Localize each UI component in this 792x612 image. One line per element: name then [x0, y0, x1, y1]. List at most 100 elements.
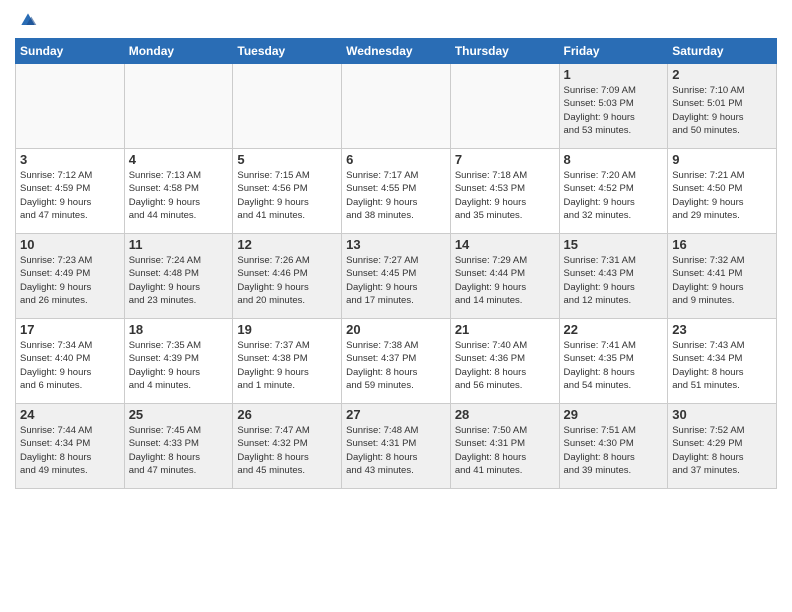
day-number: 21 — [455, 322, 555, 337]
calendar-week-3: 10 Sunrise: 7:23 AM Sunset: 4:49 PM Dayli… — [16, 234, 777, 319]
day-info: Sunrise: 7:20 AM Sunset: 4:52 PM Dayligh… — [564, 169, 664, 222]
day-info: Sunrise: 7:52 AM Sunset: 4:29 PM Dayligh… — [672, 424, 772, 477]
day-number: 25 — [129, 407, 229, 422]
calendar-day: 20 Sunrise: 7:38 AM Sunset: 4:37 PM Dayli… — [342, 319, 451, 404]
calendar-header-friday: Friday — [559, 39, 668, 64]
calendar-header-thursday: Thursday — [450, 39, 559, 64]
calendar-day: 1 Sunrise: 7:09 AM Sunset: 5:03 PM Daylig… — [559, 64, 668, 149]
day-info: Sunrise: 7:21 AM Sunset: 4:50 PM Dayligh… — [672, 169, 772, 222]
day-number: 13 — [346, 237, 446, 252]
calendar-day: 14Sunrise: 7:29 AM Sunset: 4:44 PM Dayli… — [450, 234, 559, 319]
day-info: Sunrise: 7:23 AM Sunset: 4:49 PM Dayligh… — [20, 254, 120, 307]
day-number: 12 — [237, 237, 337, 252]
day-number: 17 — [20, 322, 120, 337]
day-info: Sunrise: 7:24 AM Sunset: 4:48 PM Dayligh… — [129, 254, 229, 307]
calendar-day — [124, 64, 233, 149]
day-info: Sunrise: 7:41 AM Sunset: 4:35 PM Dayligh… — [564, 339, 664, 392]
calendar-day — [450, 64, 559, 149]
calendar-day: 17 Sunrise: 7:34 AM Sunset: 4:40 PM Dayli… — [16, 319, 125, 404]
day-info: Sunrise: 7:43 AM Sunset: 4:34 PM Dayligh… — [672, 339, 772, 392]
calendar-day: 21Sunrise: 7:40 AM Sunset: 4:36 PM Dayli… — [450, 319, 559, 404]
day-number: 20 — [346, 322, 446, 337]
calendar-day: 16 Sunrise: 7:32 AM Sunset: 4:41 PM Dayli… — [668, 234, 777, 319]
calendar-day: 15 Sunrise: 7:31 AM Sunset: 4:43 PM Dayli… — [559, 234, 668, 319]
day-info: Sunrise: 7:13 AM Sunset: 4:58 PM Dayligh… — [129, 169, 229, 222]
calendar-day: 6 Sunrise: 7:17 AM Sunset: 4:55 PM Daylig… — [342, 149, 451, 234]
day-info: Sunrise: 7:35 AM Sunset: 4:39 PM Dayligh… — [129, 339, 229, 392]
calendar-week-1: 1 Sunrise: 7:09 AM Sunset: 5:03 PM Daylig… — [16, 64, 777, 149]
day-info: Sunrise: 7:34 AM Sunset: 4:40 PM Dayligh… — [20, 339, 120, 392]
calendar-day: 25 Sunrise: 7:45 AM Sunset: 4:33 PM Dayli… — [124, 404, 233, 489]
page: SundayMondayTuesdayWednesdayThursdayFrid… — [0, 0, 792, 499]
calendar-header-row: SundayMondayTuesdayWednesdayThursdayFrid… — [16, 39, 777, 64]
day-number: 5 — [237, 152, 337, 167]
calendar-header-monday: Monday — [124, 39, 233, 64]
day-info: Sunrise: 7:37 AM Sunset: 4:38 PM Dayligh… — [237, 339, 337, 392]
day-number: 4 — [129, 152, 229, 167]
calendar-day: 8 Sunrise: 7:20 AM Sunset: 4:52 PM Daylig… — [559, 149, 668, 234]
calendar-day: 24Sunrise: 7:44 AM Sunset: 4:34 PM Dayli… — [16, 404, 125, 489]
day-info: Sunrise: 7:45 AM Sunset: 4:33 PM Dayligh… — [129, 424, 229, 477]
day-number: 11 — [129, 237, 229, 252]
day-info: Sunrise: 7:10 AM Sunset: 5:01 PM Dayligh… — [672, 84, 772, 137]
calendar-day: 5 Sunrise: 7:15 AM Sunset: 4:56 PM Daylig… — [233, 149, 342, 234]
day-info: Sunrise: 7:51 AM Sunset: 4:30 PM Dayligh… — [564, 424, 664, 477]
day-info: Sunrise: 7:15 AM Sunset: 4:56 PM Dayligh… — [237, 169, 337, 222]
day-info: Sunrise: 7:17 AM Sunset: 4:55 PM Dayligh… — [346, 169, 446, 222]
calendar-day: 3Sunrise: 7:12 AM Sunset: 4:59 PM Daylig… — [16, 149, 125, 234]
calendar-week-2: 3Sunrise: 7:12 AM Sunset: 4:59 PM Daylig… — [16, 149, 777, 234]
calendar-day: 12 Sunrise: 7:26 AM Sunset: 4:46 PM Dayli… — [233, 234, 342, 319]
day-number: 10 — [20, 237, 120, 252]
calendar-day: 13 Sunrise: 7:27 AM Sunset: 4:45 PM Dayli… — [342, 234, 451, 319]
calendar-day: 23 Sunrise: 7:43 AM Sunset: 4:34 PM Dayli… — [668, 319, 777, 404]
day-number: 18 — [129, 322, 229, 337]
calendar-header-tuesday: Tuesday — [233, 39, 342, 64]
day-number: 26 — [237, 407, 337, 422]
day-number: 27 — [346, 407, 446, 422]
calendar-day — [342, 64, 451, 149]
calendar-day: 11 Sunrise: 7:24 AM Sunset: 4:48 PM Dayli… — [124, 234, 233, 319]
day-info: Sunrise: 7:27 AM Sunset: 4:45 PM Dayligh… — [346, 254, 446, 307]
day-info: Sunrise: 7:09 AM Sunset: 5:03 PM Dayligh… — [564, 84, 664, 137]
day-number: 19 — [237, 322, 337, 337]
calendar-day: 9 Sunrise: 7:21 AM Sunset: 4:50 PM Daylig… — [668, 149, 777, 234]
day-number: 23 — [672, 322, 772, 337]
header — [15, 10, 777, 30]
calendar-day — [16, 64, 125, 149]
calendar-day — [233, 64, 342, 149]
day-number: 2 — [672, 67, 772, 82]
calendar-day: 29 Sunrise: 7:51 AM Sunset: 4:30 PM Dayli… — [559, 404, 668, 489]
calendar-day: 2 Sunrise: 7:10 AM Sunset: 5:01 PM Daylig… — [668, 64, 777, 149]
day-info: Sunrise: 7:18 AM Sunset: 4:53 PM Dayligh… — [455, 169, 555, 222]
calendar-day: 19 Sunrise: 7:37 AM Sunset: 4:38 PM Dayli… — [233, 319, 342, 404]
calendar-day: 4 Sunrise: 7:13 AM Sunset: 4:58 PM Daylig… — [124, 149, 233, 234]
calendar-day: 30 Sunrise: 7:52 AM Sunset: 4:29 PM Dayli… — [668, 404, 777, 489]
day-info: Sunrise: 7:38 AM Sunset: 4:37 PM Dayligh… — [346, 339, 446, 392]
day-info: Sunrise: 7:26 AM Sunset: 4:46 PM Dayligh… — [237, 254, 337, 307]
day-number: 30 — [672, 407, 772, 422]
day-number: 9 — [672, 152, 772, 167]
logo — [15, 10, 38, 30]
day-info: Sunrise: 7:47 AM Sunset: 4:32 PM Dayligh… — [237, 424, 337, 477]
day-number: 14 — [455, 237, 555, 252]
day-info: Sunrise: 7:12 AM Sunset: 4:59 PM Dayligh… — [20, 169, 120, 222]
day-info: Sunrise: 7:44 AM Sunset: 4:34 PM Dayligh… — [20, 424, 120, 477]
calendar-header-sunday: Sunday — [16, 39, 125, 64]
day-number: 29 — [564, 407, 664, 422]
day-number: 15 — [564, 237, 664, 252]
calendar-day: 22Sunrise: 7:41 AM Sunset: 4:35 PM Dayli… — [559, 319, 668, 404]
day-number: 28 — [455, 407, 555, 422]
day-info: Sunrise: 7:31 AM Sunset: 4:43 PM Dayligh… — [564, 254, 664, 307]
day-info: Sunrise: 7:32 AM Sunset: 4:41 PM Dayligh… — [672, 254, 772, 307]
calendar-day: 28Sunrise: 7:50 AM Sunset: 4:31 PM Dayli… — [450, 404, 559, 489]
logo-icon — [18, 10, 38, 30]
day-number: 16 — [672, 237, 772, 252]
day-number: 1 — [564, 67, 664, 82]
day-number: 8 — [564, 152, 664, 167]
day-number: 6 — [346, 152, 446, 167]
calendar-week-5: 24Sunrise: 7:44 AM Sunset: 4:34 PM Dayli… — [16, 404, 777, 489]
calendar-day: 7Sunrise: 7:18 AM Sunset: 4:53 PM Daylig… — [450, 149, 559, 234]
calendar-day: 10 Sunrise: 7:23 AM Sunset: 4:49 PM Dayli… — [16, 234, 125, 319]
calendar-day: 18 Sunrise: 7:35 AM Sunset: 4:39 PM Dayli… — [124, 319, 233, 404]
calendar-table: SundayMondayTuesdayWednesdayThursdayFrid… — [15, 38, 777, 489]
